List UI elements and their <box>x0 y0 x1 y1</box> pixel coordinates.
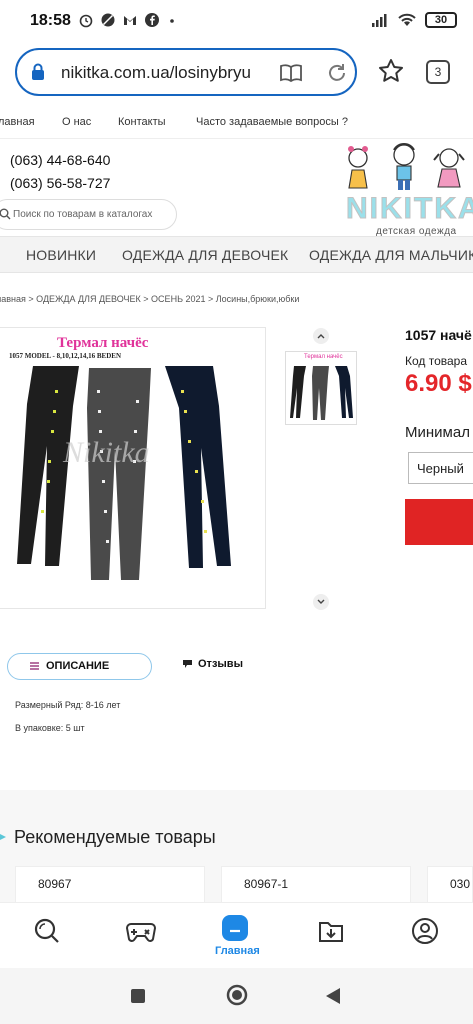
notification-icons <box>78 12 178 28</box>
cat-girls[interactable]: ОДЕЖДА ДЛЯ ДЕВОЧЕК <box>122 247 288 263</box>
menu-icon <box>30 662 39 670</box>
description-pack: В упаковке: 5 шт <box>15 723 85 733</box>
recommended-title: Рекомендуемые товары <box>14 827 216 847</box>
home-button[interactable] <box>222 915 248 941</box>
gmail-icon <box>124 16 136 25</box>
dot-icon <box>170 19 174 23</box>
tab-description-label: ОПИСАНИЕ <box>46 660 110 672</box>
reader-mode-icon[interactable] <box>279 61 303 85</box>
system-nav-bar <box>0 968 473 1024</box>
phone-1[interactable]: (063) 44-68-640 <box>10 152 110 168</box>
recents-icon[interactable] <box>130 988 146 1004</box>
site-logo[interactable]: NIKITKA детская одежда <box>342 140 473 240</box>
svg-text:Nikitka: Nikitka <box>62 436 150 469</box>
status-bar: 18:58 30 <box>0 0 473 42</box>
breadcrumb[interactable]: лавная > ОДЕЖДА ДЛЯ ДЕВОЧЕК > ОСЕНЬ 2021… <box>0 294 299 304</box>
product-code-label: Код товара <box>405 354 468 368</box>
nav-about[interactable]: О нас <box>62 116 91 128</box>
logo-text: NIKITKA <box>346 192 473 226</box>
divider <box>0 138 473 139</box>
bookmark-star-icon[interactable] <box>378 58 404 84</box>
cat-new[interactable]: НОВИНКИ <box>26 247 96 263</box>
home-system-icon[interactable] <box>226 984 248 1006</box>
image-subtitle: 1057 MODEL - 8,10,12,14,16 BEDEN <box>9 352 122 360</box>
alarm-icon <box>79 14 93 28</box>
product-price: 6.90 $ <box>405 370 472 397</box>
recommended-card-code: 030 <box>450 877 471 891</box>
system-icons: 30 <box>371 12 457 28</box>
facebook-icon <box>145 13 159 27</box>
nav-faq[interactable]: Часто задаваемые вопросы ? <box>196 116 348 128</box>
reload-icon[interactable] <box>325 61 349 85</box>
signal-icon <box>372 14 387 27</box>
battery-indicator: 30 <box>425 12 457 28</box>
tab-reviews-label: Отзывы <box>198 658 243 670</box>
recommended-card[interactable]: 030 <box>427 866 473 906</box>
description-size: Размерный Ряд: 8-16 лет <box>15 700 121 710</box>
buy-button[interactable] <box>405 499 473 545</box>
downloads-icon[interactable] <box>317 917 345 945</box>
recommended-card-code: 80967 <box>38 877 72 891</box>
leaf-icon <box>0 834 6 840</box>
chevron-up-icon <box>317 334 325 339</box>
category-nav: НОВИНКИ ОДЕЖДА ДЛЯ ДЕВОЧЕК ОДЕЖДА ДЛЯ МА… <box>0 236 473 273</box>
gamepad-icon[interactable] <box>125 917 157 945</box>
min-order-label: Минимал <box>405 424 470 441</box>
thumb-title: Термал начёс <box>304 354 343 360</box>
tab-reviews[interactable]: Отзывы <box>183 658 243 670</box>
blocked-icon <box>101 13 115 27</box>
leggings-illustration: Nikitka <box>3 362 246 586</box>
product-main-image[interactable]: Термал начёс 1057 MODEL - 8,10,12,14,16 … <box>0 327 266 609</box>
search-icon <box>0 208 11 220</box>
search-placeholder: Поиск по товарам в каталогах <box>13 209 153 220</box>
lock-icon <box>32 63 44 80</box>
thumb-illustration <box>290 366 353 420</box>
top-nav: лавная О нас Контакты Часто задаваемые в… <box>0 114 473 134</box>
tab-description[interactable]: ОПИСАНИЕ <box>7 653 152 680</box>
nav-contacts[interactable]: Контакты <box>118 116 166 128</box>
home-label: Главная <box>215 945 260 957</box>
profile-icon[interactable] <box>411 917 439 945</box>
search-icon[interactable] <box>33 917 61 945</box>
address-bar[interactable]: nikitka.com.ua/losinybryu <box>15 48 357 96</box>
recommended-card[interactable]: 80967-1 <box>221 866 411 906</box>
gallery-up-button[interactable] <box>313 328 329 344</box>
back-icon[interactable] <box>325 987 341 1005</box>
chevron-down-icon <box>317 599 325 604</box>
home-icon <box>230 929 240 933</box>
color-select[interactable]: Черный <box>408 452 473 484</box>
product-photo: 1057 MODEL - 8,10,12,14,16 BEDEN Nikitka <box>3 350 246 586</box>
phone-2[interactable]: (063) 56-58-727 <box>10 175 110 191</box>
url-text[interactable]: nikitka.com.ua/losinybryu <box>61 63 251 83</box>
recommended-card-code: 80967-1 <box>244 877 289 891</box>
comment-icon <box>183 660 192 668</box>
wifi-icon <box>398 13 416 26</box>
gallery-down-button[interactable] <box>313 594 329 610</box>
browser-bottom-nav: Главная <box>0 902 473 968</box>
cat-boys[interactable]: ОДЕЖДА ДЛЯ МАЛЬЧИКОВ <box>309 247 473 263</box>
color-select-value: Черный <box>417 461 464 476</box>
tab-count-button[interactable]: 3 <box>426 60 450 84</box>
search-input[interactable]: Поиск по товарам в каталогах <box>0 199 177 230</box>
status-time: 18:58 <box>30 12 71 29</box>
product-title: 1057 начё <box>405 327 472 343</box>
nav-home[interactable]: лавная <box>0 116 35 128</box>
recommended-card[interactable]: 80967 <box>15 866 205 906</box>
gallery-thumbnail[interactable]: Термал начёс <box>285 351 357 425</box>
